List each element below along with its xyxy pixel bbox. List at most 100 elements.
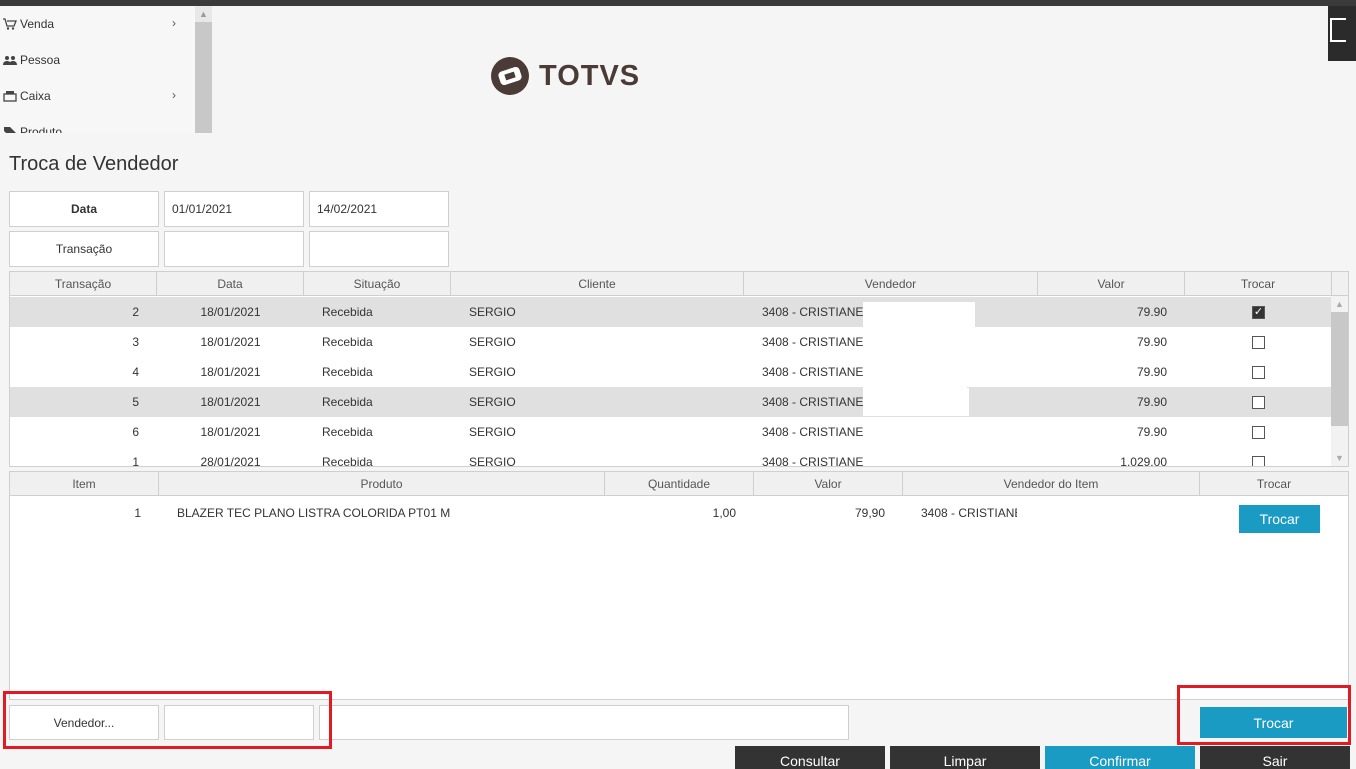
scroll-thumb[interactable]: [1331, 312, 1348, 426]
col-produto[interactable]: Produto: [159, 472, 605, 496]
checkbox-unchecked[interactable]: [1252, 335, 1265, 349]
date-to-input[interactable]: 14/02/2021: [309, 191, 449, 227]
totvs-logo-icon: [491, 57, 529, 95]
menu-item-caixa[interactable]: Caixa ›: [0, 78, 212, 114]
col-vendedor-item[interactable]: Vendedor do Item: [903, 472, 1200, 496]
highlight-box-trocar: [1177, 685, 1351, 745]
cell-valor: 79.90: [1136, 395, 1167, 409]
table-row[interactable]: 1 BLAZER TEC PLANO LISTRA COLORIDA PT01 …: [10, 498, 1348, 528]
cell-data: 18/01/2021: [200, 305, 261, 319]
cell-trocar: [1185, 387, 1332, 417]
date-from-input[interactable]: 01/01/2021: [164, 191, 304, 227]
cell-item: 1: [134, 506, 141, 520]
cell-trocar: [1185, 327, 1332, 357]
menu-scrollbar[interactable]: ▲: [195, 6, 212, 133]
cell-transacao: 1: [132, 455, 139, 467]
cell-valor: 79.90: [1136, 335, 1167, 349]
limpar-button[interactable]: Limpar: [890, 746, 1040, 769]
redaction-mask: [863, 302, 975, 330]
cell-data: 18/01/2021: [200, 395, 261, 409]
menu-item-produto[interactable]: Produto: [0, 114, 212, 133]
col-situacao[interactable]: Situação: [304, 272, 451, 296]
cell-valor: 1.029,00: [1120, 455, 1167, 467]
limpar-label: Limpar: [943, 753, 987, 769]
col-trocar[interactable]: Trocar: [1200, 472, 1348, 496]
expand-panel[interactable]: [1328, 6, 1356, 61]
cell-cliente: SERGIO: [469, 305, 516, 319]
cell-cliente: SERGIO: [469, 365, 516, 379]
transactions-table: Transação Data Situação Cliente Vendedor…: [9, 271, 1349, 467]
cell-data: 18/01/2021: [200, 425, 261, 439]
checkbox-unchecked[interactable]: [1252, 455, 1265, 466]
col-data[interactable]: Data: [157, 272, 304, 296]
consultar-button[interactable]: Consultar: [735, 746, 885, 769]
cell-cliente: SERGIO: [469, 395, 516, 409]
menu-item-label: Pessoa: [20, 53, 61, 67]
checkbox-unchecked[interactable]: [1252, 395, 1265, 409]
cell-situacao: Recebida: [322, 455, 373, 467]
confirmar-label: Confirmar: [1089, 753, 1151, 769]
redaction-mask: [863, 332, 963, 360]
cell-data: 18/01/2021: [200, 335, 261, 349]
cart-icon: [2, 17, 18, 31]
redaction-mask: [863, 418, 963, 446]
table-row[interactable]: 4 18/01/2021 Recebida SERGIO 3408 - CRISTIAN…: [10, 357, 1333, 387]
table-row[interactable]: 5 18/01/2021 Recebida SERGIO 3408 - CRISTIAN…: [10, 387, 1333, 417]
cell-cliente: SERGIO: [469, 455, 516, 467]
sair-button[interactable]: Sair: [1200, 746, 1350, 769]
vendedor-name-field: [319, 705, 849, 740]
scroll-up-icon[interactable]: ▲: [195, 6, 212, 22]
menu-item-pessoa[interactable]: Pessoa: [0, 42, 212, 78]
cell-cliente: SERGIO: [469, 425, 516, 439]
cell-data: 18/01/2021: [200, 365, 261, 379]
cell-situacao: Recebida: [322, 365, 373, 379]
col-valor[interactable]: Valor: [1038, 272, 1185, 296]
cell-valor: 79.90: [1136, 425, 1167, 439]
col-quantidade[interactable]: Quantidade: [605, 472, 754, 496]
col-transacao[interactable]: Transação: [10, 272, 157, 296]
transacao-to-input[interactable]: [309, 231, 449, 267]
cell-valor: 79.90: [1136, 365, 1167, 379]
cell-situacao: Recebida: [322, 305, 373, 319]
table-row[interactable]: 2 18/01/2021 Recebida SERGIO 3408 - CRISTIAN…: [10, 297, 1333, 327]
menu-item-label: Venda: [20, 17, 55, 31]
cell-data: 28/01/2021: [200, 455, 261, 467]
item-trocar-button[interactable]: Trocar: [1239, 505, 1320, 533]
table-row[interactable]: 3 18/01/2021 Recebida SERGIO 3408 - CRISTIAN…: [10, 327, 1333, 357]
col-item[interactable]: Item: [10, 472, 159, 496]
cashbox-icon: [2, 89, 18, 103]
transactions-scrollbar[interactable]: ▲ ▼: [1331, 296, 1348, 466]
people-icon: [2, 53, 18, 67]
menu-item-label: Caixa: [20, 89, 51, 103]
sair-label: Sair: [1262, 753, 1288, 769]
cell-valor: 79.90: [1136, 305, 1167, 319]
scroll-down-icon[interactable]: ▼: [1331, 450, 1348, 466]
expand-icon[interactable]: [1330, 18, 1346, 42]
cell-situacao: Recebida: [322, 425, 373, 439]
col-valor[interactable]: Valor: [754, 472, 903, 496]
cell-produto: BLAZER TEC PLANO LISTRA COLORIDA PT01 M: [177, 506, 451, 520]
confirmar-button[interactable]: Confirmar: [1045, 746, 1195, 769]
checkbox-unchecked[interactable]: [1252, 425, 1265, 439]
cell-transacao: 5: [132, 395, 139, 409]
logo-text: TOTVS: [539, 59, 641, 92]
menu-item-venda[interactable]: Venda ›: [0, 6, 212, 42]
col-cliente[interactable]: Cliente: [451, 272, 744, 296]
table-row[interactable]: 6 18/01/2021 Recebida SERGIO 3408 - CRISTIAN…: [10, 417, 1333, 447]
checkbox-unchecked[interactable]: [1252, 365, 1265, 379]
table-row[interactable]: 1 28/01/2021 Recebida SERGIO 3408 - CRISTIAN…: [10, 447, 1333, 467]
transacao-button[interactable]: Transação: [9, 231, 159, 267]
cell-transacao: 2: [132, 305, 139, 319]
data-label: Data: [9, 191, 159, 227]
cell-transacao: 4: [132, 365, 139, 379]
cell-trocar: [1185, 417, 1332, 447]
scroll-up-icon[interactable]: ▲: [1331, 296, 1348, 312]
items-header: Item Produto Quantidade Valor Vendedor d…: [10, 472, 1348, 496]
checkbox-checked[interactable]: ✓: [1252, 305, 1265, 319]
transacao-from-input[interactable]: [164, 231, 304, 267]
col-trocar[interactable]: Trocar: [1185, 272, 1332, 296]
col-vendedor[interactable]: Vendedor: [744, 272, 1038, 296]
totvs-logo: TOTVS: [489, 55, 640, 97]
chevron-right-icon: ›: [172, 16, 176, 30]
items-table: Item Produto Quantidade Valor Vendedor d…: [9, 471, 1349, 700]
